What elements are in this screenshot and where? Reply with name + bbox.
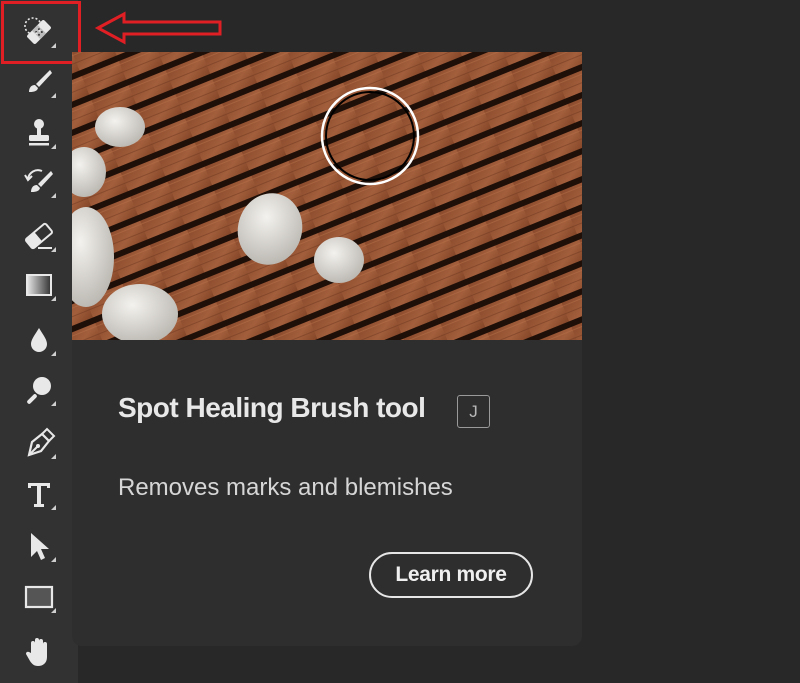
gradient-tool[interactable] [14,263,64,307]
tool-tooltip-card: Spot Healing Brush tool J Removes marks … [72,52,582,646]
history-brush-tool[interactable] [14,160,64,204]
dodge-tool[interactable] [14,368,64,412]
shortcut-key-badge: J [457,395,490,428]
eraser-tool[interactable] [14,214,64,258]
tool-highlight-box [1,1,81,64]
path-selection-tool[interactable] [14,524,64,568]
left-arrow-icon [94,11,222,45]
tooltip-title: Spot Healing Brush tool [118,392,426,423]
learn-more-button[interactable]: Learn more [369,552,533,598]
rectangle-tool[interactable] [14,575,64,619]
tooltip-description: Removes marks and blemishes [118,474,453,501]
tool-preview-image [72,52,582,340]
tools-panel [0,0,78,683]
pen-tool[interactable] [14,421,64,465]
blur-tool[interactable] [14,318,64,362]
brush-tool[interactable] [14,60,64,104]
hand-tool[interactable] [14,630,64,674]
type-tool[interactable] [14,472,64,516]
hand-icon [25,638,47,666]
clone-stamp-tool[interactable] [14,111,64,155]
